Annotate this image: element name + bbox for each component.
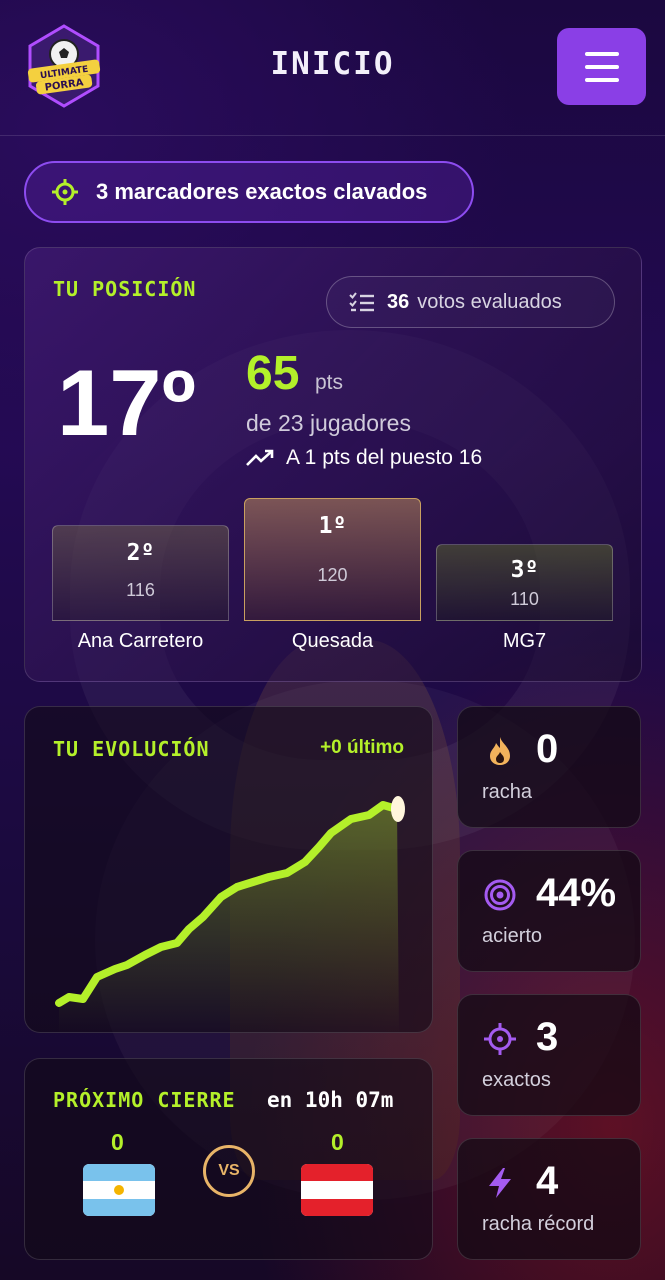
menu-icon-bar: [584, 77, 619, 82]
evolution-last-point: [391, 796, 405, 822]
podium-second[interactable]: 2º 116: [52, 525, 229, 621]
argentina-flag-icon: [83, 1164, 155, 1216]
away-score: 0: [331, 1129, 344, 1155]
podium-points: 120: [317, 565, 348, 585]
user-rank: 17º: [57, 350, 196, 455]
stat-card-accuracy[interactable]: 44% acierto: [457, 850, 641, 972]
players-count: de 23 jugadores: [246, 410, 411, 436]
evolution-delta: +0 último: [320, 737, 404, 758]
lightning-icon: [489, 1168, 511, 1198]
podium-third[interactable]: 3º 110: [436, 544, 613, 621]
trending-up-icon: [246, 449, 274, 466]
app-header: ULTIMATE PORRA INICIO: [0, 0, 665, 136]
stat-label: exactos: [482, 1069, 551, 1091]
votes-label: votos evaluados: [417, 290, 562, 313]
vs-badge: VS: [203, 1145, 255, 1197]
stat-value: 4: [536, 1159, 559, 1203]
stat-card-streak[interactable]: 0 racha: [457, 706, 641, 828]
countdown: en 10h 07m: [267, 1088, 394, 1112]
menu-icon-bar: [584, 64, 619, 69]
next-close-card[interactable]: PRÓXIMO CIERRE en 10h 07m 0 0 VS: [24, 1058, 433, 1260]
position-label: TU POSICIÓN: [53, 277, 197, 301]
stat-value: 44%: [536, 871, 617, 915]
stat-value: 3: [536, 1015, 559, 1059]
evolution-area: [59, 805, 399, 1034]
evolution-label: TU EVOLUCIÓN: [53, 737, 210, 761]
votes-evaluated-badge[interactable]: 36 votos evaluados: [326, 276, 615, 328]
podium-rank: 3º: [510, 557, 539, 583]
gap-to-next: A 1 pts del puesto 16: [246, 446, 482, 470]
evolution-card[interactable]: TU EVOLUCIÓN +0 último: [24, 706, 433, 1034]
podium-name-first: Quesada: [291, 630, 374, 652]
stat-label: racha: [482, 781, 533, 803]
exact-scores-banner[interactable]: 3 marcadores exactos clavados: [24, 161, 474, 223]
stat-value: 0: [536, 727, 559, 771]
points-unit: pts: [315, 371, 344, 394]
podium-rank: 2º: [126, 540, 155, 566]
podium-points: 110: [510, 589, 539, 609]
podium-first[interactable]: 1º 120: [244, 498, 421, 621]
stat-card-record-streak[interactable]: 4 racha récord: [457, 1138, 641, 1260]
votes-count: 36: [387, 290, 410, 313]
checklist-icon: [349, 292, 374, 312]
user-points: 65: [246, 347, 300, 400]
flame-icon: [490, 737, 510, 765]
hamburger-menu-button[interactable]: [557, 28, 646, 105]
banner-text: 3 marcadores exactos clavados: [96, 179, 428, 204]
podium-name-third: MG7: [502, 630, 547, 652]
crosshair-icon: [52, 179, 78, 205]
stat-label: acierto: [482, 925, 543, 947]
gap-text: A 1 pts del puesto 16: [286, 446, 483, 469]
position-card[interactable]: TU POSICIÓN 36 votos evaluados 17º 65 pt…: [24, 247, 642, 682]
target-icon: [484, 879, 516, 911]
menu-icon-bar: [584, 51, 619, 56]
podium-name-second: Ana Carretero: [77, 630, 204, 652]
podium-rank: 1º: [318, 513, 347, 539]
next-close-label: PRÓXIMO CIERRE: [53, 1088, 236, 1112]
stat-label: racha récord: [482, 1213, 595, 1235]
podium-points: 116: [126, 580, 155, 600]
austria-flag-icon: [301, 1164, 373, 1216]
stat-card-exact[interactable]: 3 exactos: [457, 994, 641, 1116]
crosshair-icon: [484, 1023, 516, 1055]
home-score: 0: [111, 1129, 124, 1155]
